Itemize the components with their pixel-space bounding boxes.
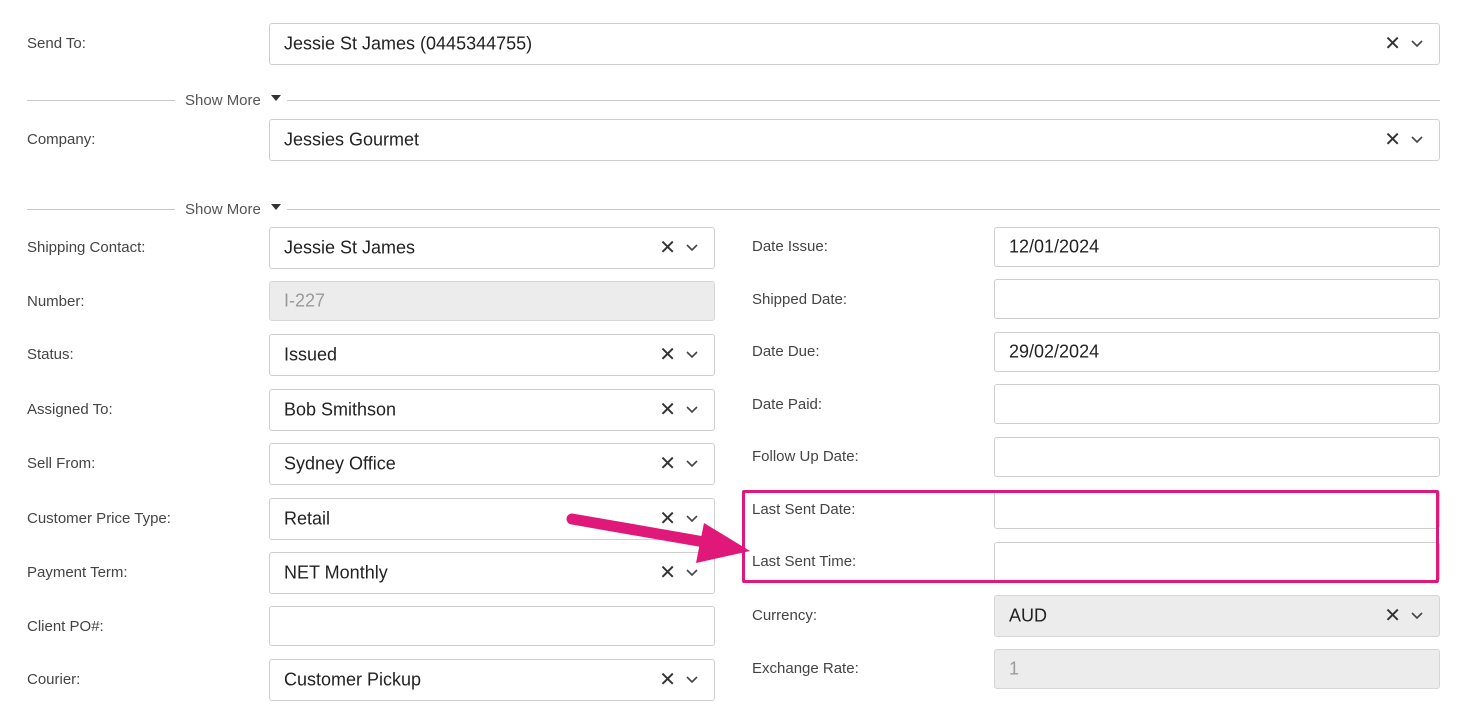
customer-price-type-label: Customer Price Type: bbox=[27, 510, 171, 527]
sell-from-value: Sydney Office bbox=[284, 453, 396, 474]
send-to-label: Send To: bbox=[27, 35, 86, 52]
company-label: Company: bbox=[27, 131, 96, 148]
follow-up-date-label: Follow Up Date: bbox=[752, 448, 859, 465]
chevron-down-icon bbox=[1411, 612, 1423, 620]
chevron-down-icon[interactable] bbox=[686, 569, 698, 577]
exchange-rate-input: 1 bbox=[994, 649, 1440, 689]
company-select[interactable]: Jessies Gourmet ✕ bbox=[269, 119, 1440, 161]
assigned-to-select[interactable]: Bob Smithson ✕ bbox=[269, 389, 715, 431]
date-paid-input[interactable] bbox=[994, 384, 1440, 424]
exchange-rate-value: 1 bbox=[1009, 658, 1020, 679]
caret-down-icon bbox=[270, 94, 281, 101]
assigned-to-value: Bob Smithson bbox=[284, 399, 397, 420]
show-more-label: Show More bbox=[185, 201, 261, 218]
customer-price-type-value: Retail bbox=[284, 508, 331, 529]
send-to-select[interactable]: Jessie St James (0445344755) ✕ bbox=[269, 23, 1440, 65]
show-more-toggle[interactable]: Show More bbox=[185, 201, 281, 218]
chevron-down-icon[interactable] bbox=[1411, 136, 1423, 144]
close-icon: ✕ bbox=[1384, 605, 1401, 627]
assigned-to-label: Assigned To: bbox=[27, 401, 113, 418]
close-icon[interactable]: ✕ bbox=[659, 345, 676, 365]
courier-label: Courier: bbox=[27, 671, 81, 688]
chevron-down-icon[interactable] bbox=[686, 351, 698, 359]
date-due-value: 29/02/2024 bbox=[1009, 341, 1100, 362]
shipping-contact-label: Shipping Contact: bbox=[27, 239, 146, 256]
highlight-box bbox=[742, 490, 1439, 583]
sell-from-select[interactable]: Sydney Office ✕ bbox=[269, 443, 715, 485]
shipping-contact-select[interactable]: Jessie St James ✕ bbox=[269, 227, 715, 269]
number-input: I-227 bbox=[269, 281, 715, 321]
divider bbox=[27, 100, 175, 101]
chevron-down-icon[interactable] bbox=[1411, 40, 1423, 48]
divider bbox=[287, 100, 1440, 101]
currency-value: AUD bbox=[1009, 605, 1048, 626]
courier-value: Customer Pickup bbox=[284, 669, 422, 690]
exchange-rate-label: Exchange Rate: bbox=[752, 660, 859, 677]
divider bbox=[27, 209, 175, 210]
arrow-icon bbox=[566, 513, 750, 563]
close-icon[interactable]: ✕ bbox=[659, 563, 676, 583]
date-issue-label: Date Issue: bbox=[752, 238, 828, 255]
date-issue-input[interactable]: 12/01/2024 bbox=[994, 227, 1440, 267]
chevron-down-icon[interactable] bbox=[686, 244, 698, 252]
client-po-label: Client PO#: bbox=[27, 618, 104, 635]
status-label: Status: bbox=[27, 346, 74, 363]
show-more-label: Show More bbox=[185, 92, 261, 109]
status-select[interactable]: Issued ✕ bbox=[269, 334, 715, 376]
close-icon[interactable]: ✕ bbox=[659, 238, 676, 258]
date-paid-label: Date Paid: bbox=[752, 396, 823, 413]
caret-down-icon bbox=[270, 203, 281, 210]
chevron-down-icon[interactable] bbox=[686, 406, 698, 414]
number-label: Number: bbox=[27, 293, 85, 310]
date-issue-value: 12/01/2024 bbox=[1009, 236, 1100, 257]
payment-term-label: Payment Term: bbox=[27, 564, 128, 581]
sell-from-label: Sell From: bbox=[27, 455, 96, 472]
close-icon[interactable]: ✕ bbox=[1384, 34, 1401, 54]
number-value: I-227 bbox=[284, 290, 326, 311]
close-icon[interactable]: ✕ bbox=[1384, 130, 1401, 150]
payment-term-value: NET Monthly bbox=[284, 562, 388, 583]
courier-select[interactable]: Customer Pickup ✕ bbox=[269, 659, 715, 701]
shipped-date-label: Shipped Date: bbox=[752, 291, 848, 308]
close-icon[interactable]: ✕ bbox=[659, 400, 676, 420]
close-icon[interactable]: ✕ bbox=[659, 454, 676, 474]
date-due-label: Date Due: bbox=[752, 343, 820, 360]
follow-up-date-input[interactable] bbox=[994, 437, 1440, 477]
shipped-date-input[interactable] bbox=[994, 279, 1440, 319]
company-value: Jessies Gourmet bbox=[284, 129, 420, 150]
currency-select: AUD ✕ bbox=[994, 595, 1440, 637]
chevron-down-icon[interactable] bbox=[686, 460, 698, 468]
show-more-toggle[interactable]: Show More bbox=[185, 92, 281, 109]
chevron-down-icon[interactable] bbox=[686, 676, 698, 684]
divider bbox=[287, 209, 1440, 210]
client-po-input[interactable] bbox=[269, 606, 715, 646]
currency-label: Currency: bbox=[752, 607, 818, 624]
close-icon[interactable]: ✕ bbox=[659, 670, 676, 690]
date-due-input[interactable]: 29/02/2024 bbox=[994, 332, 1440, 372]
send-to-value: Jessie St James (0445344755) bbox=[284, 33, 533, 54]
shipping-contact-value: Jessie St James bbox=[284, 237, 416, 258]
status-value: Issued bbox=[284, 344, 338, 365]
